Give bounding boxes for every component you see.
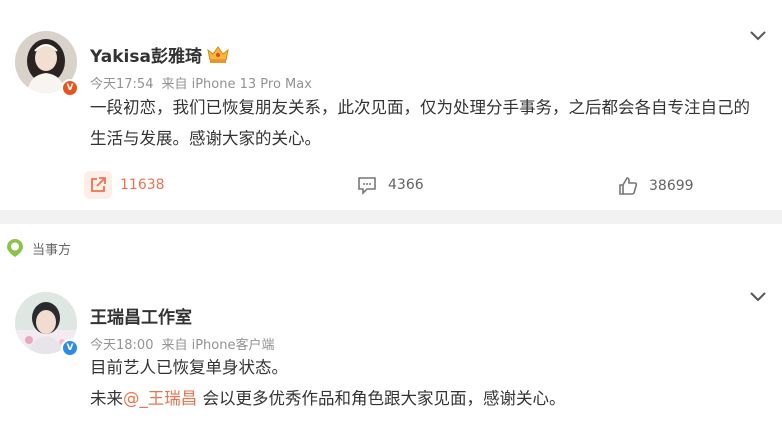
repost-icon	[84, 171, 112, 199]
comment-icon	[358, 177, 376, 195]
post-meta: 今天17:54 来自 iPhone 13 Pro Max	[90, 73, 312, 92]
post-time[interactable]: 今天18:00	[90, 338, 153, 353]
party-tag-label: 当事方	[32, 242, 72, 258]
post-source: 来自 iPhone客户端	[161, 338, 275, 353]
post-time[interactable]: 今天17:54	[90, 77, 153, 92]
mention-link[interactable]: @_王瑞昌	[123, 389, 197, 408]
post-text-line-1: 目前艺人已恢复单身状态。	[90, 358, 288, 377]
post-text: 一段初恋，我们已恢复朋友关系，此次见面，仅为处理分手事务，之后都会各自专注自己的…	[90, 98, 750, 148]
verified-icon: V	[61, 79, 79, 97]
like-count: 38699	[649, 178, 694, 194]
verified-icon: V	[61, 339, 79, 357]
repost-button[interactable]: 11638	[84, 171, 165, 199]
party-tag: 当事方	[6, 238, 71, 258]
post-text-line-2: 未来@_王瑞昌 会以更多优秀作品和角色跟大家见面，感谢关心。	[90, 383, 762, 414]
like-button[interactable]: 38699	[617, 175, 694, 197]
post-text-suffix: 会以更多优秀作品和角色跟大家见面，感谢关心。	[197, 389, 566, 408]
post-meta: 今天18:00 来自 iPhone客户端	[90, 334, 274, 353]
post-source: 来自 iPhone 13 Pro Max	[161, 77, 312, 92]
card-divider	[0, 210, 782, 224]
comment-button[interactable]: 4366	[356, 174, 424, 196]
author-name[interactable]: Yakisa彭雅琦	[90, 42, 202, 67]
chevron-down-icon[interactable]	[749, 30, 767, 42]
weibo-post-yakisa: V Yakisa彭雅琦 今天17:54 来自 iPhone 13 Pro Max …	[0, 0, 782, 210]
weibo-post-wangruichang: 当事方 V 王瑞昌工作室 今天18:00 来自 iPhone客户端 目前艺人已恢复…	[0, 224, 782, 434]
post-text-prefix: 未来	[90, 389, 123, 408]
location-pin-icon	[7, 239, 23, 257]
post-text: 目前艺人已恢复单身状态。 未来@_王瑞昌 会以更多优秀作品和角色跟大家见面，感谢…	[90, 352, 762, 414]
author-name[interactable]: 王瑞昌工作室	[90, 303, 192, 328]
crown-icon	[207, 46, 229, 63]
like-icon	[619, 177, 638, 195]
chevron-down-icon[interactable]	[749, 291, 767, 303]
repost-count: 11638	[120, 177, 165, 193]
comment-count: 4366	[388, 177, 424, 193]
